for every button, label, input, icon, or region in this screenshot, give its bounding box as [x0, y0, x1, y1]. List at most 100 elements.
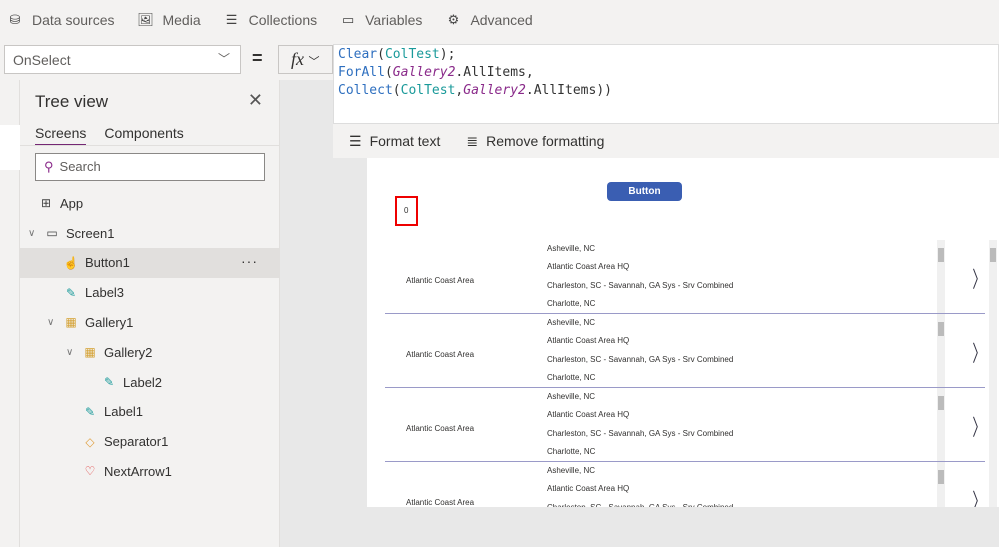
- chevron-down-icon: ﹀: [308, 56, 320, 68]
- equals-sign: =: [252, 48, 263, 68]
- remove-formatting-button[interactable]: ≣ Remove formatting: [466, 133, 604, 150]
- chevron-down-icon[interactable]: ∨: [66, 347, 78, 358]
- gallery1-row[interactable]: Atlantic Coast Area Asheville, NC Atlantic…: [385, 462, 986, 507]
- gallery2-item[interactable]: Atlantic Coast Area HQ: [547, 262, 733, 280]
- formula-line: Collect(ColTest,Gallery2.AllItems)): [338, 82, 994, 100]
- close-icon[interactable]: ✕: [248, 90, 263, 111]
- tree-node-label1[interactable]: ✎ Label1: [20, 397, 280, 427]
- gallery1-row[interactable]: Atlantic Coast Area Asheville, NC Atlantic…: [385, 240, 986, 317]
- toolbar-media[interactable]: 🖼 Media: [136, 12, 200, 28]
- format-text-icon: ☰: [349, 132, 362, 149]
- tree-node-label3[interactable]: ✎ Label3: [20, 278, 280, 308]
- gallery-icon: ▦: [84, 345, 96, 360]
- app-icon: ⊞: [40, 196, 52, 210]
- tree-node-screen1[interactable]: ∨ ▭ Screen1: [20, 218, 280, 248]
- label-icon: ✎: [84, 404, 96, 419]
- tree-node-label2[interactable]: ✎ Label2: [20, 367, 280, 397]
- database-icon: ⛁: [9, 12, 21, 27]
- button-icon: ☝: [63, 255, 79, 270]
- gallery1-row[interactable]: Atlantic Coast Area Asheville, NC Atlantic…: [385, 314, 986, 388]
- row-title: Atlantic Coast Area: [406, 350, 475, 359]
- search-input[interactable]: ⚲ Search: [35, 153, 265, 181]
- gallery2-item[interactable]: Asheville, NC: [547, 318, 733, 336]
- toolbar-advanced[interactable]: ⚙ Advanced: [444, 12, 533, 28]
- app-screen-canvas: Button 0 Atlantic Coast Area Asheville, N…: [367, 158, 999, 507]
- button1[interactable]: Button: [607, 182, 682, 201]
- formula-input[interactable]: Clear(ColTest); ForAll(Gallery2.AllItems,…: [333, 44, 999, 124]
- format-text-button[interactable]: ☰ Format text: [349, 133, 440, 150]
- toolbar-variables[interactable]: ▭ Variables: [339, 12, 422, 28]
- tree-node-label: App: [60, 195, 84, 211]
- gallery2-item[interactable]: Atlantic Coast Area HQ: [547, 484, 733, 502]
- divider: [20, 145, 280, 146]
- toolbar-label: Media: [162, 12, 201, 28]
- variables-icon: ▭: [341, 12, 355, 27]
- tree-node-label: Label1: [104, 404, 144, 420]
- left-rail: [0, 80, 20, 547]
- tree-node-nextarrow1[interactable]: ♡ NextArrow1: [20, 456, 280, 486]
- next-arrow-icon[interactable]: 〉: [972, 410, 985, 442]
- formula-token: ColTest: [400, 83, 456, 98]
- gallery2-scrollbar[interactable]: [937, 388, 945, 461]
- formula-token: (: [384, 65, 393, 80]
- tab-components[interactable]: Components: [104, 125, 183, 146]
- screen-icon: ▭: [46, 226, 58, 240]
- collections-icon: ☰: [225, 12, 238, 27]
- tree-node-button1[interactable]: ☝ Button1 ···: [20, 247, 280, 278]
- gallery1-row[interactable]: Atlantic Coast Area Asheville, NC Atlantic…: [385, 388, 986, 465]
- toolbar-label: Collections: [248, 12, 318, 28]
- fx-button[interactable]: fx ﹀: [278, 45, 333, 74]
- row-title: Atlantic Coast Area: [406, 424, 475, 433]
- search-icon: ⚲: [44, 159, 54, 174]
- chevron-down-icon[interactable]: ∨: [28, 228, 40, 239]
- search-placeholder: Search: [59, 159, 101, 174]
- gallery2-scrollbar[interactable]: [937, 314, 945, 387]
- formula-token: Gallery2: [392, 65, 456, 80]
- gallery2-item[interactable]: Charleston, SC - Savannah, GA Sys - Srv …: [547, 503, 733, 507]
- toolbar-label: Data sources: [32, 12, 115, 28]
- label-icon: ✎: [65, 285, 77, 300]
- gallery1-scrollbar[interactable]: [989, 240, 997, 507]
- next-arrow-icon[interactable]: 〉: [972, 336, 985, 368]
- gallery2-scrollbar[interactable]: [937, 240, 945, 313]
- next-arrow-icon[interactable]: 〉: [972, 484, 985, 507]
- rail-item-tree-view[interactable]: [0, 125, 20, 170]
- format-text-label: Format text: [369, 133, 441, 149]
- tree-node-app[interactable]: ⊞ App: [20, 188, 280, 218]
- gallery2-item[interactable]: Atlantic Coast Area HQ: [547, 410, 733, 428]
- more-options-icon[interactable]: ···: [241, 253, 258, 269]
- gallery2-item[interactable]: Charleston, SC - Savannah, GA Sys - Srv …: [547, 355, 733, 373]
- property-dropdown[interactable]: OnSelect ﹀: [4, 45, 241, 74]
- gallery2: Asheville, NCAtlantic Coast Area HQCharl…: [547, 392, 733, 465]
- toolbar-collections[interactable]: ☰ Collections: [223, 12, 317, 28]
- panel-title: Tree view: [35, 92, 109, 111]
- tree-node-separator1[interactable]: ◇ Separator1: [20, 427, 280, 457]
- label-icon: ✎: [103, 375, 115, 389]
- gallery2-item[interactable]: Asheville, NC: [547, 244, 733, 262]
- gallery2-item[interactable]: Atlantic Coast Area HQ: [547, 336, 733, 354]
- formula-token: (: [377, 47, 385, 62]
- gallery2-item[interactable]: Asheville, NC: [547, 466, 733, 484]
- tree-node-label: Screen1: [66, 225, 115, 241]
- tree-node-label: NextArrow1: [104, 463, 172, 479]
- formula-token: .AllItems)): [525, 83, 612, 98]
- tree-node-gallery1[interactable]: ∨ ▦ Gallery1: [20, 307, 280, 337]
- gallery2: Asheville, NCAtlantic Coast Area HQCharl…: [547, 244, 733, 317]
- gallery2-item[interactable]: Charleston, SC - Savannah, GA Sys - Srv …: [547, 429, 733, 447]
- tree-node-label: Button1: [85, 255, 130, 271]
- formula-token: );: [439, 47, 456, 62]
- label3[interactable]: 0: [395, 196, 418, 226]
- toolbar-data-sources[interactable]: ⛁ Data sources: [6, 12, 115, 28]
- next-arrow-icon[interactable]: 〉: [972, 262, 985, 294]
- property-value: OnSelect: [13, 52, 71, 68]
- gallery2-item[interactable]: Charleston, SC - Savannah, GA Sys - Srv …: [547, 281, 733, 299]
- gallery2: Asheville, NCAtlantic Coast Area HQCharl…: [547, 466, 733, 507]
- icon-control-icon: ♡: [84, 464, 96, 479]
- separator-icon: ◇: [85, 434, 95, 449]
- toolbar-label: Advanced: [470, 12, 533, 28]
- tree-node-gallery2[interactable]: ∨ ▦ Gallery2: [20, 337, 280, 367]
- gallery2-scrollbar[interactable]: [937, 462, 945, 507]
- chevron-down-icon[interactable]: ∨: [47, 317, 59, 328]
- gallery2-item[interactable]: Asheville, NC: [547, 392, 733, 410]
- tab-screens[interactable]: Screens: [35, 125, 87, 146]
